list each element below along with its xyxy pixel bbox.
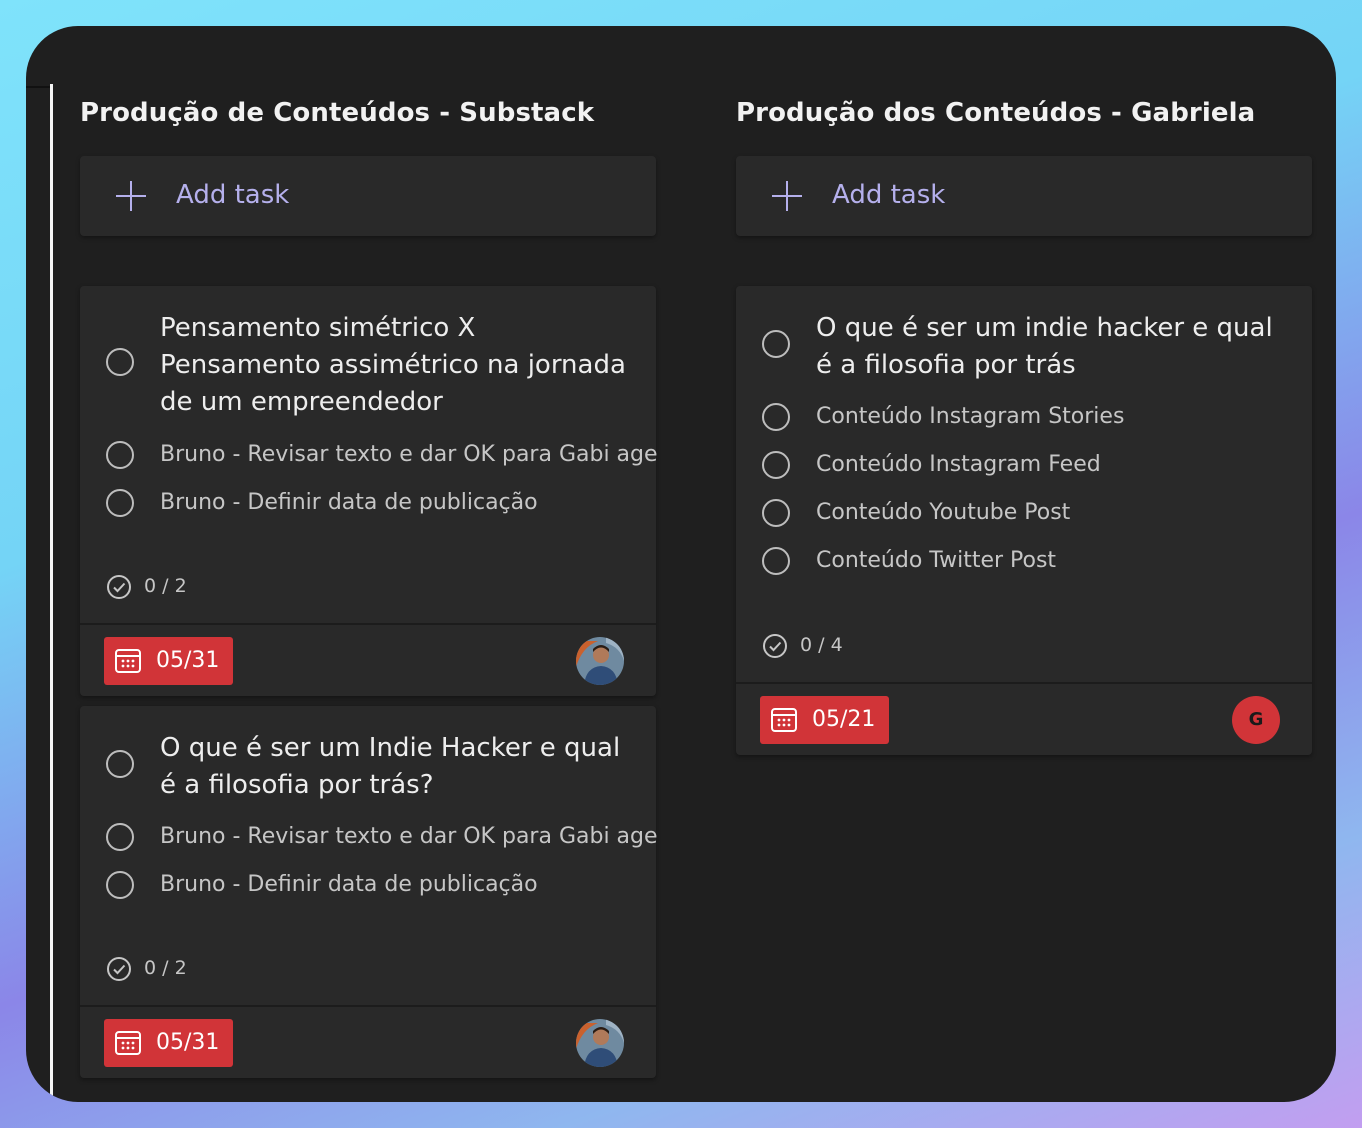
planner-window: Produção de Conteúdos - Substack Add tas… [26, 26, 1336, 1102]
progress-count: 0 / 2 [144, 575, 187, 597]
task-complete-circle-icon[interactable] [106, 348, 134, 376]
calendar-icon [115, 1031, 141, 1055]
card-divider [80, 1005, 656, 1007]
circle-icon[interactable] [106, 489, 134, 517]
checklist-item-text: Bruno - Revisar texto e dar OK para Gabi… [160, 442, 658, 467]
circle-icon[interactable] [762, 451, 790, 479]
task-card[interactable]: Pensamento simétrico X Pensamento assimé… [80, 286, 658, 696]
checklist-item[interactable]: Conteúdo Youtube Post [736, 494, 1312, 534]
due-date-text: 05/31 [156, 1030, 220, 1055]
task-card[interactable]: O que é ser um Indie Hacker e qual é a f… [80, 706, 658, 1078]
avatar-photo-icon [576, 637, 624, 685]
checklist-item-text: Conteúdo Instagram Feed [816, 452, 1101, 477]
due-date-badge[interactable]: 05/31 [104, 1019, 233, 1067]
scroll-rail[interactable] [50, 84, 53, 1102]
checklist-item[interactable]: Bruno - Revisar texto e dar OK para Gabi… [80, 436, 658, 476]
checklist-item-text: Bruno - Revisar texto e dar OK para Gabi… [160, 824, 658, 849]
card-divider [736, 682, 1312, 684]
checklist-item[interactable]: Bruno - Definir data de publicação [80, 866, 656, 906]
check-circle-icon [107, 575, 131, 599]
add-task-label: Add task [176, 180, 290, 210]
due-date-badge[interactable]: 05/21 [760, 696, 889, 744]
checklist-item-text: Conteúdo Youtube Post [816, 500, 1071, 525]
due-date-text: 05/31 [156, 648, 220, 673]
assignee-avatar[interactable] [576, 1019, 624, 1067]
check-circle-icon [107, 957, 131, 981]
assignee-avatar[interactable] [576, 637, 624, 685]
task-title: O que é ser um indie hacker e qual é a f… [816, 313, 1273, 380]
rail-edge [26, 86, 50, 88]
add-task-label: Add task [832, 180, 946, 210]
task-title: Pensamento simétrico X Pensamento assimé… [160, 313, 626, 417]
plus-icon [772, 181, 802, 211]
plus-icon [116, 181, 146, 211]
check-circle-icon [763, 634, 787, 658]
progress-count: 0 / 2 [144, 957, 187, 979]
circle-icon[interactable] [762, 403, 790, 431]
calendar-icon [771, 708, 797, 732]
add-task-button[interactable]: Add task [80, 156, 656, 236]
card-divider [80, 623, 656, 625]
circle-icon[interactable] [106, 441, 134, 469]
checklist-item[interactable]: Conteúdo Twitter Post [736, 542, 1312, 582]
checklist-item[interactable]: Conteúdo Instagram Feed [736, 446, 1312, 486]
checklist-item-text: Bruno - Definir data de publicação [160, 490, 538, 515]
calendar-icon [115, 649, 141, 673]
task-complete-circle-icon[interactable] [762, 330, 790, 358]
checklist-item-text: Conteúdo Twitter Post [816, 548, 1057, 573]
circle-icon[interactable] [762, 499, 790, 527]
task-title: O que é ser um Indie Hacker e qual é a f… [160, 733, 621, 800]
bucket-title[interactable]: Produção de Conteúdos - Substack [80, 98, 594, 128]
task-card[interactable]: O que é ser um indie hacker e qual é a f… [736, 286, 1312, 755]
checklist-item-text: Conteúdo Instagram Stories [816, 404, 1125, 429]
task-complete-circle-icon[interactable] [106, 750, 134, 778]
checklist-item[interactable]: Conteúdo Instagram Stories [736, 398, 1312, 438]
circle-icon[interactable] [762, 547, 790, 575]
due-date-text: 05/21 [812, 707, 876, 732]
assignee-avatar[interactable]: G [1232, 696, 1280, 744]
due-date-badge[interactable]: 05/31 [104, 637, 233, 685]
checklist-item[interactable]: Bruno - Definir data de publicação [80, 484, 656, 524]
add-task-button[interactable]: Add task [736, 156, 1312, 236]
checklist-item[interactable]: Bruno - Revisar texto e dar OK para Gabi… [80, 818, 658, 858]
bucket-title[interactable]: Produção dos Conteúdos - Gabriela [736, 98, 1255, 128]
checklist-item-text: Bruno - Definir data de publicação [160, 872, 538, 897]
progress-count: 0 / 4 [800, 634, 843, 656]
circle-icon[interactable] [106, 823, 134, 851]
avatar-photo-icon [576, 1019, 624, 1067]
circle-icon[interactable] [106, 871, 134, 899]
